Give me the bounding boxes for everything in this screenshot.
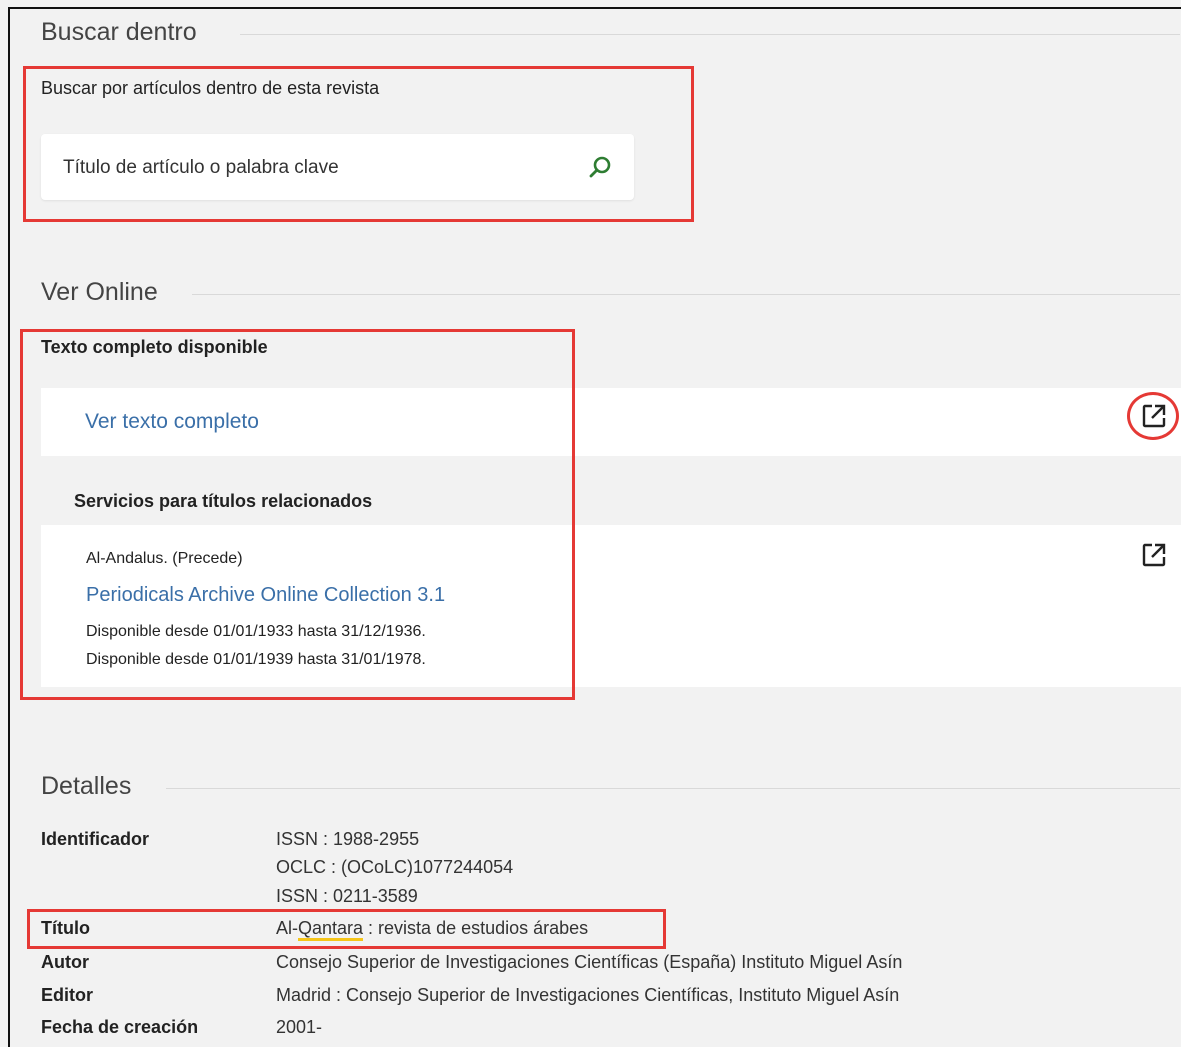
search-hint: Buscar por artículos dentro de esta revi… [41, 78, 380, 98]
external-link-icon[interactable] [1141, 542, 1167, 568]
fulltext-heading: Texto completo disponible [41, 337, 268, 357]
identifier-value: ISSN : 1988-2955 [276, 829, 420, 849]
section-title-view-online: Ver Online [41, 278, 158, 306]
section-title-search-within: Buscar dentro [41, 18, 197, 46]
section-title-details: Detalles [41, 772, 132, 800]
title-value: Al-Qantara : revista de estudios árabes [276, 918, 589, 941]
creation-date-value: 2001- [276, 1017, 323, 1037]
title-highlight: Qantara [298, 918, 364, 941]
collection-link[interactable]: Periodicals Archive Online Collection 3.… [86, 584, 445, 607]
section-divider [192, 294, 1180, 295]
title-prefix: Al- [276, 918, 298, 938]
search-input[interactable] [61, 134, 565, 202]
identifier-value: ISSN : 0211-3589 [276, 886, 418, 906]
search-icon[interactable] [587, 154, 613, 180]
publisher-label: Editor [41, 985, 93, 1005]
identifier-value: OCLC : (OCoLC)1077244054 [276, 857, 514, 877]
related-services-heading: Servicios para títulos relacionados [74, 491, 373, 511]
author-value: Consejo Superior de Investigaciones Cien… [276, 952, 903, 972]
search-box [41, 134, 634, 202]
creation-date-label: Fecha de creación [41, 1017, 199, 1037]
identifier-label: Identificador [41, 829, 150, 849]
availability-line: Disponible desde 01/01/1939 hasta 31/01/… [86, 651, 426, 668]
author-label: Autor [41, 952, 89, 972]
section-divider [166, 788, 1180, 789]
section-divider [240, 34, 1180, 35]
title-label: Título [41, 918, 90, 938]
availability-line: Disponible desde 01/01/1933 hasta 31/12/… [86, 623, 426, 640]
view-fulltext-link[interactable]: Ver texto completo [85, 410, 259, 434]
title-suffix: : revista de estudios árabes [363, 918, 589, 938]
related-title-relation: Al-Andalus. (Precede) [86, 550, 243, 567]
publisher-value: Madrid : Consejo Superior de Investigaci… [276, 985, 900, 1005]
external-link-icon[interactable] [1141, 403, 1167, 429]
